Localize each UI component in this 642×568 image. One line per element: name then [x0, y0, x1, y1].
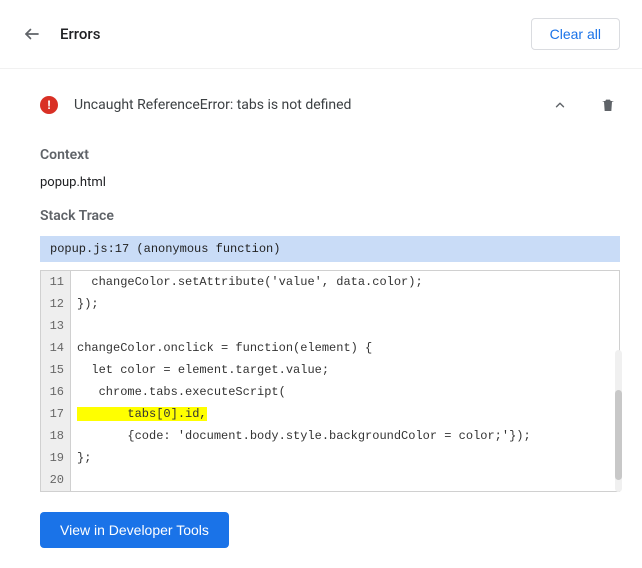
code-line: 20: [41, 469, 619, 491]
line-number: 12: [41, 293, 71, 315]
content: ! Uncaught ReferenceError: tabs is not d…: [0, 69, 642, 568]
code-line: 12});: [41, 293, 619, 315]
context-heading: Context: [40, 147, 620, 163]
code-block: 11 changeColor.setAttribute('value', dat…: [40, 270, 620, 492]
line-number: 19: [41, 447, 71, 469]
error-message: Uncaught ReferenceError: tabs is not def…: [74, 97, 548, 113]
line-content: let color = element.target.value;: [71, 359, 329, 381]
code-line: 13: [41, 315, 619, 337]
page-title: Errors: [60, 25, 100, 43]
code-line: 11 changeColor.setAttribute('value', dat…: [41, 271, 619, 293]
line-content: changeColor.onclick = function(element) …: [71, 337, 372, 359]
scrollbar-track[interactable]: [615, 350, 622, 492]
code-container: 11 changeColor.setAttribute('value', dat…: [40, 270, 620, 492]
highlighted-code: tabs[0].id,: [77, 407, 207, 421]
trash-icon: [600, 97, 616, 113]
error-row: ! Uncaught ReferenceError: tabs is not d…: [40, 69, 620, 129]
chevron-up-icon: [553, 98, 567, 112]
stack-trace-location[interactable]: popup.js:17 (anonymous function): [40, 236, 620, 262]
collapse-button[interactable]: [548, 93, 572, 117]
context-value: popup.html: [40, 175, 620, 190]
line-content: };: [71, 447, 91, 469]
line-content: tabs[0].id,: [71, 403, 207, 425]
line-number: 14: [41, 337, 71, 359]
line-number: 11: [41, 271, 71, 293]
code-line: 15 let color = element.target.value;: [41, 359, 619, 381]
line-number: 15: [41, 359, 71, 381]
line-content: {code: 'document.body.style.backgroundCo…: [71, 425, 531, 447]
line-content: });: [71, 293, 99, 315]
header: Errors Clear all: [0, 0, 642, 69]
line-number: 18: [41, 425, 71, 447]
clear-all-button[interactable]: Clear all: [531, 18, 620, 50]
scrollbar-thumb[interactable]: [615, 390, 622, 480]
line-content: chrome.tabs.executeScript(: [71, 381, 286, 403]
line-content: [71, 469, 77, 491]
code-line: 19};: [41, 447, 619, 469]
error-icon: !: [40, 96, 58, 114]
code-line: 14changeColor.onclick = function(element…: [41, 337, 619, 359]
code-line: 17 tabs[0].id,: [41, 403, 619, 425]
line-number: 16: [41, 381, 71, 403]
line-content: [71, 315, 77, 337]
code-line: 18 {code: 'document.body.style.backgroun…: [41, 425, 619, 447]
stack-trace-heading: Stack Trace: [40, 208, 620, 224]
line-number: 13: [41, 315, 71, 337]
line-number: 17: [41, 403, 71, 425]
line-number: 20: [41, 469, 71, 491]
line-content: changeColor.setAttribute('value', data.c…: [71, 271, 423, 293]
delete-button[interactable]: [596, 93, 620, 117]
header-left: Errors: [22, 24, 100, 44]
view-devtools-button[interactable]: View in Developer Tools: [40, 512, 229, 548]
code-line: 16 chrome.tabs.executeScript(: [41, 381, 619, 403]
back-arrow-icon[interactable]: [22, 24, 42, 44]
